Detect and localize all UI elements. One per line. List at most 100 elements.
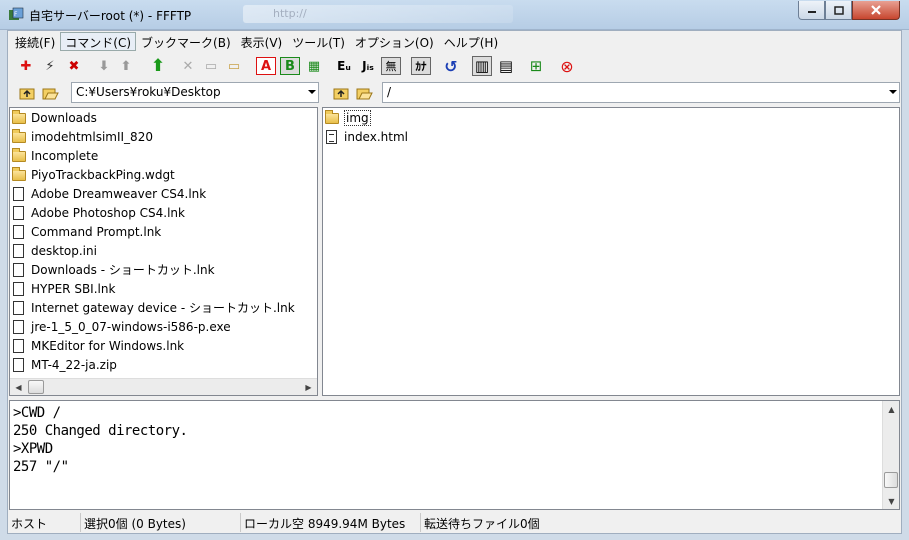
no-conversion-icon[interactable]: 無 (381, 57, 401, 75)
file-name: desktop.ini (31, 243, 97, 258)
list-item[interactable]: jre-1_5_0_07-windows-i586-p.exe (12, 317, 231, 336)
local-path-bar: C:¥Users¥roku¥Desktop (8, 81, 320, 105)
list-item[interactable]: HYPER SBI.lnk (12, 279, 115, 298)
refresh-icon[interactable]: ↺ (441, 56, 461, 76)
log-line: 250 Changed directory. (13, 423, 188, 439)
kana-conversion-icon[interactable]: ｶﾅ (411, 57, 431, 75)
title-bar: F 自宅サーバーroot (*) - FFFTP http:// (0, 0, 909, 30)
list-item[interactable]: PiyoTrackbackPing.wdgt (12, 165, 175, 184)
folder-icon (12, 128, 26, 143)
horizontal-scrollbar[interactable]: ◀ ▶ (10, 378, 317, 395)
folder-icon (325, 109, 339, 124)
auto-mode-icon[interactable]: ▦ (304, 56, 324, 76)
list-item[interactable]: Adobe Photoshop CS4.lnk (12, 203, 185, 222)
list-item[interactable]: Internet gateway device - ショートカット.lnk (12, 298, 295, 317)
list-item[interactable]: index.html (325, 127, 408, 146)
delete-icon[interactable]: ✕ (178, 56, 198, 76)
maximize-icon (833, 5, 844, 15)
file-icon (13, 243, 24, 258)
file-icon (13, 224, 24, 239)
jis-kanji-icon[interactable]: Jᵢₛ (358, 56, 378, 76)
list-item[interactable]: Adobe Dreamweaver CS4.lnk (12, 184, 206, 203)
chevron-down-icon (889, 90, 897, 94)
menu-bookmark[interactable]: ブックマーク(B) (136, 32, 236, 51)
tree-sync-icon[interactable]: ⊞ (526, 56, 546, 76)
list-item[interactable]: Command Prompt.lnk (12, 222, 161, 241)
list-item[interactable]: MKEditor for Windows.lnk (12, 336, 184, 355)
list-item[interactable]: imodehtmlsimII_820 (12, 127, 153, 146)
svg-text:F: F (14, 11, 18, 18)
rename-icon[interactable]: ▭ (201, 56, 221, 76)
status-bar: ホスト 選択0個 (0 Bytes) ローカル空 8949.94M Bytes … (8, 512, 901, 533)
list-item[interactable]: Incomplete (12, 146, 98, 165)
chevron-down-icon (308, 90, 316, 94)
file-name: index.html (344, 129, 408, 144)
list-item[interactable]: desktop.ini (12, 241, 97, 260)
list-item[interactable]: Downloads (12, 108, 97, 127)
remote-file-list[interactable]: img index.html (322, 107, 900, 396)
file-name: Incomplete (31, 148, 99, 163)
remote-parent-folder-icon[interactable] (332, 84, 350, 102)
close-button[interactable] (852, 1, 900, 20)
disconnect-icon[interactable]: ✖ (64, 56, 84, 76)
scroll-thumb[interactable] (28, 380, 44, 394)
file-icon (326, 129, 337, 144)
log-text: >CWD / 250 Changed directory. >XPWD 257 "/" (13, 404, 188, 476)
log-line: 257 "/" (13, 459, 69, 475)
list-item[interactable]: MT-4_22-ja.zip (12, 355, 117, 374)
status-host: ホスト (11, 517, 48, 531)
download-icon[interactable]: ⬇ (94, 56, 114, 76)
menu-tools[interactable]: ツール(T) (287, 32, 350, 51)
connect-icon[interactable]: ✚ (16, 56, 36, 76)
scroll-left-icon[interactable]: ◀ (10, 379, 27, 395)
list-item[interactable]: Downloads - ショートカット.lnk (12, 260, 215, 279)
remote-path-text: / (387, 85, 392, 99)
file-icon (13, 357, 24, 372)
file-icon (13, 186, 24, 201)
menu-connect[interactable]: 接続(F) (10, 32, 60, 51)
binary-mode-icon[interactable]: B (280, 57, 300, 75)
remote-path-combo[interactable]: / (382, 82, 900, 103)
file-name: imodehtmlsimII_820 (31, 129, 153, 144)
maximize-button[interactable] (825, 1, 852, 20)
local-open-folder-icon[interactable] (41, 84, 59, 102)
make-directory-icon[interactable]: ▭ (224, 56, 244, 76)
menu-options[interactable]: オプション(O) (350, 32, 439, 51)
main-window: 接続(F) コマンド(C) ブックマーク(B) 表示(V) ツール(T) オプシ… (7, 30, 902, 534)
scroll-down-icon[interactable]: ▼ (883, 493, 900, 509)
list-item[interactable]: img (325, 108, 371, 127)
ffftp-app-icon[interactable]: F (8, 7, 24, 23)
blurred-address: http:// (243, 5, 513, 23)
file-name: MT-4_22-ja.zip (31, 357, 117, 372)
local-parent-folder-icon[interactable] (18, 84, 36, 102)
ascii-mode-icon[interactable]: A (256, 57, 276, 75)
quick-connect-icon[interactable]: ⚡ (40, 56, 60, 76)
list-view-icon[interactable]: ▥ (472, 56, 492, 76)
log-line: >XPWD (13, 441, 53, 457)
menu-view[interactable]: 表示(V) (236, 32, 288, 51)
toolbar: ✚ ⚡ ✖ ⬇ ⬆ ⬆ ✕ ▭ ▭ A B ▦ Eᵤ Jᵢₛ 無 ｶﾅ ↺ ▥ … (8, 53, 901, 79)
euc-kanji-icon[interactable]: Eᵤ (334, 56, 354, 76)
detail-view-icon[interactable]: ▤ (496, 56, 516, 76)
window-title: 自宅サーバーroot (*) - FFFTP (29, 9, 192, 23)
menu-help[interactable]: ヘルプ(H) (439, 32, 503, 51)
file-icon (13, 262, 24, 277)
scroll-thumb[interactable] (884, 472, 898, 488)
scroll-up-icon[interactable]: ▲ (883, 401, 900, 417)
file-name: PiyoTrackbackPing.wdgt (31, 167, 175, 182)
file-icon (13, 281, 24, 296)
scroll-right-icon[interactable]: ▶ (300, 379, 317, 395)
vertical-scrollbar[interactable]: ▲ ▼ (882, 401, 899, 509)
local-path-combo[interactable]: C:¥Users¥roku¥Desktop (71, 82, 319, 103)
stop-icon[interactable]: ⊗ (557, 56, 577, 76)
menu-command[interactable]: コマンド(C) (60, 32, 137, 51)
minimize-button[interactable] (798, 1, 825, 20)
log-window[interactable]: >CWD / 250 Changed directory. >XPWD 257 "/"… (9, 400, 900, 510)
mirror-upload-icon[interactable]: ⬆ (148, 56, 168, 76)
remote-open-folder-icon[interactable] (355, 84, 373, 102)
status-local-free: ローカル空 8949.94M Bytes (240, 513, 420, 532)
upload-icon[interactable]: ⬆ (116, 56, 136, 76)
file-name: Downloads - ショートカット.lnk (31, 263, 215, 277)
remote-path-bar: / (322, 81, 901, 105)
local-file-list[interactable]: Downloads imodehtmlsimII_820 Incomplete Piy… (9, 107, 318, 396)
